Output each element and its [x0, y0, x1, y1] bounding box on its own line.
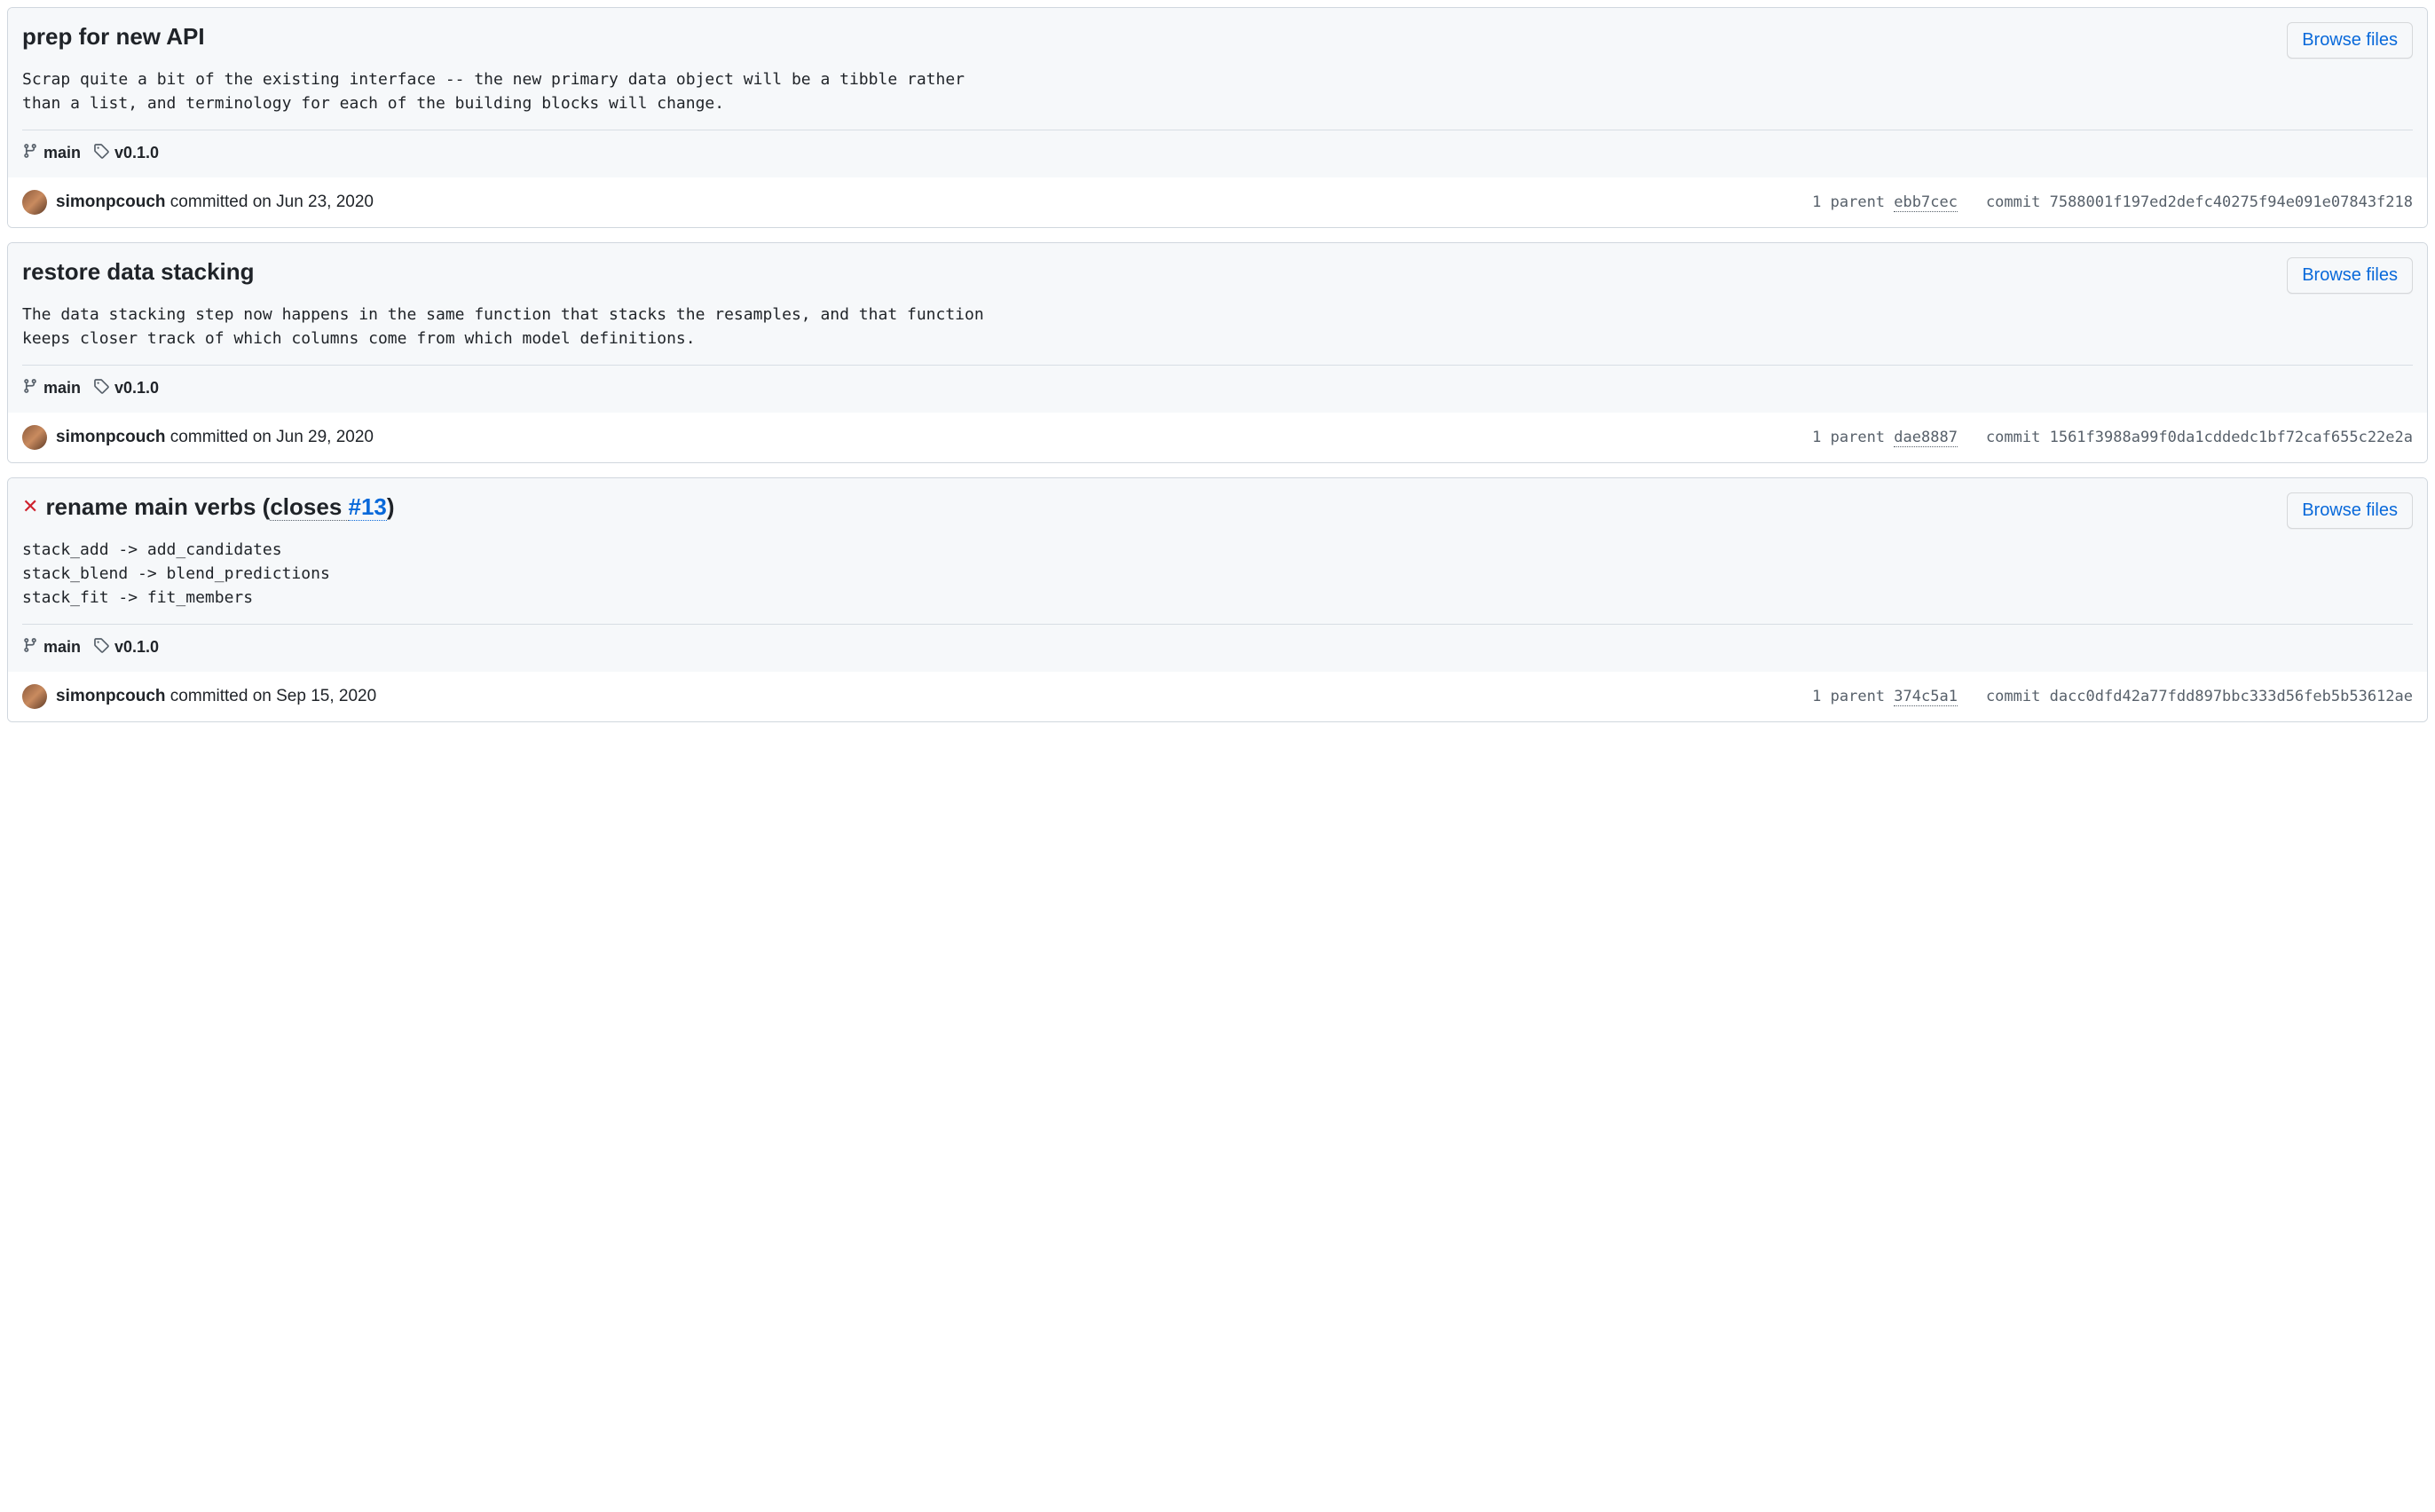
parent-sha-link[interactable]: 374c5a1: [1894, 688, 1958, 706]
parent-info: 1 parent dae8887: [1812, 429, 1958, 446]
status-failed-icon: ✕: [22, 497, 38, 516]
branch-icon: [22, 378, 38, 398]
issue-link[interactable]: #13: [349, 493, 387, 521]
tag-ref[interactable]: v0.1.0: [93, 143, 159, 163]
refs-row: main v0.1.0: [22, 130, 2413, 163]
commit-sha: 1561f3988a99f0da1cddedc1bf72caf655c22e2a: [2050, 429, 2413, 446]
browse-files-button[interactable]: Browse files: [2287, 257, 2413, 294]
branch-name: main: [43, 638, 81, 657]
branch-ref[interactable]: main: [22, 143, 81, 163]
branch-name: main: [43, 144, 81, 162]
branch-icon: [22, 637, 38, 658]
commit-date: Sep 15, 2020: [276, 687, 376, 705]
commit-description: Scrap quite a bit of the existing interf…: [22, 67, 2413, 115]
branch-name: main: [43, 379, 81, 398]
commit-card: ✕ rename main verbs (closes #13) Browse fi…: [7, 477, 2428, 722]
commit-meta-row: simonpcouch committed on Jun 29, 2020 1 p…: [8, 413, 2427, 462]
commit-title-text: prep for new API: [22, 22, 205, 51]
closes-text: closes: [270, 493, 348, 521]
author-name[interactable]: simonpcouch: [56, 428, 166, 446]
commit-date: Jun 23, 2020: [276, 193, 374, 211]
commit-meta-row: simonpcouch committed on Sep 15, 2020 1 p…: [8, 672, 2427, 721]
tag-icon: [93, 143, 109, 163]
author-line: simonpcouch committed on Jun 23, 2020: [56, 193, 374, 212]
refs-row: main v0.1.0: [22, 624, 2413, 658]
branch-icon: [22, 143, 38, 163]
commit-title: ✕ rename main verbs (closes #13): [22, 492, 395, 522]
tag-icon: [93, 637, 109, 658]
commit-date: Jun 29, 2020: [276, 428, 374, 446]
commit-sha-info: commit 7588001f197ed2defc40275f94e091e07…: [1986, 193, 2413, 211]
parent-info: 1 parent 374c5a1: [1812, 688, 1958, 705]
avatar[interactable]: [22, 190, 47, 215]
author-name[interactable]: simonpcouch: [56, 193, 166, 211]
commit-title-text: rename main verbs (closes #13): [45, 492, 394, 522]
tag-ref[interactable]: v0.1.0: [93, 378, 159, 398]
avatar[interactable]: [22, 684, 47, 709]
commit-description: stack_add -> add_candidates stack_blend …: [22, 538, 2413, 610]
refs-row: main v0.1.0: [22, 365, 2413, 398]
tag-ref[interactable]: v0.1.0: [93, 637, 159, 658]
author-line: simonpcouch committed on Sep 15, 2020: [56, 687, 376, 706]
commit-description: The data stacking step now happens in th…: [22, 303, 2413, 350]
commit-sha-info: commit dacc0dfd42a77fdd897bbc333d56feb5b…: [1986, 688, 2413, 705]
browse-files-button[interactable]: Browse files: [2287, 22, 2413, 59]
commit-title: prep for new API: [22, 22, 205, 51]
avatar[interactable]: [22, 425, 47, 450]
commit-title: restore data stacking: [22, 257, 255, 287]
tag-name: v0.1.0: [114, 379, 159, 398]
author-name[interactable]: simonpcouch: [56, 687, 166, 705]
commit-meta-row: simonpcouch committed on Jun 23, 2020 1 p…: [8, 177, 2427, 227]
commit-title-text: restore data stacking: [22, 257, 255, 287]
commit-sha: 7588001f197ed2defc40275f94e091e07843f218: [2050, 193, 2413, 211]
browse-files-button[interactable]: Browse files: [2287, 492, 2413, 529]
parent-sha-link[interactable]: ebb7cec: [1894, 193, 1958, 212]
author-line: simonpcouch committed on Jun 29, 2020: [56, 428, 374, 447]
tag-name: v0.1.0: [114, 144, 159, 162]
commit-sha-info: commit 1561f3988a99f0da1cddedc1bf72caf65…: [1986, 429, 2413, 446]
branch-ref[interactable]: main: [22, 378, 81, 398]
parent-sha-link[interactable]: dae8887: [1894, 429, 1958, 447]
commit-card: prep for new API Browse files Scrap quite …: [7, 7, 2428, 228]
tag-icon: [93, 378, 109, 398]
commit-sha: dacc0dfd42a77fdd897bbc333d56feb5b53612ae: [2050, 688, 2413, 705]
branch-ref[interactable]: main: [22, 637, 81, 658]
parent-info: 1 parent ebb7cec: [1812, 193, 1958, 211]
commit-card: restore data stacking Browse files The dat…: [7, 242, 2428, 463]
tag-name: v0.1.0: [114, 638, 159, 657]
